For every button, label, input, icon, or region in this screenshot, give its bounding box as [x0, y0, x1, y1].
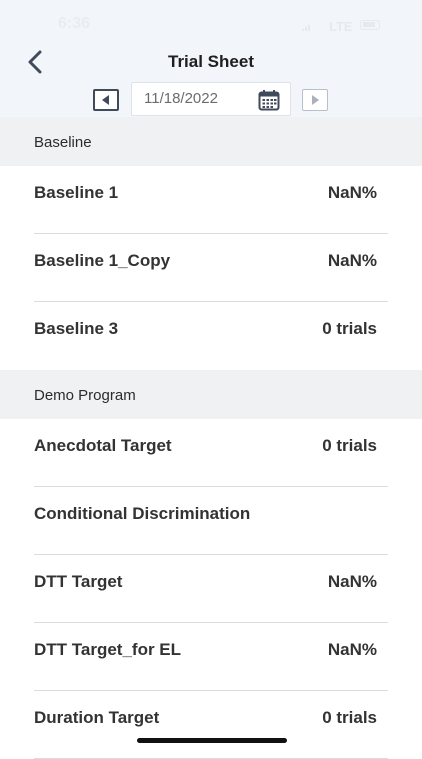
list-item[interactable]: Baseline 1 NaN%	[0, 166, 422, 234]
target-name: DTT Target_for EL	[34, 640, 182, 659]
target-value: NaN%	[327, 572, 377, 591]
target-value: NaN%	[327, 183, 377, 202]
status-bar: 6:36 LTE	[0, 0, 422, 44]
calendar-icon	[258, 90, 280, 111]
list-item[interactable]: Conditional Discrimination	[0, 487, 422, 555]
next-date-button[interactable]	[302, 89, 328, 111]
home-indicator	[137, 738, 287, 743]
target-name: Conditional Discrimination	[34, 504, 251, 523]
date-picker[interactable]	[131, 82, 291, 116]
list-item[interactable]: Baseline 1_Copy NaN%	[0, 234, 422, 302]
list-item[interactable]: DTT Target NaN%	[0, 555, 422, 623]
list-item[interactable]: DTT Target_for EL NaN%	[0, 623, 422, 691]
target-value: NaN%	[327, 251, 377, 270]
network-label: LTE	[329, 19, 353, 34]
target-name: DTT Target	[34, 572, 123, 591]
section-title: Baseline	[34, 134, 92, 151]
target-name: Baseline 3	[34, 319, 119, 338]
signal-icon	[302, 25, 312, 31]
target-value: 0 trials	[322, 708, 377, 727]
date-input[interactable]	[144, 90, 254, 107]
header-bar: 6:36 LTE Trial Sheet	[0, 0, 422, 117]
previous-date-button[interactable]	[93, 89, 119, 111]
target-name: Baseline 1_Copy	[34, 251, 171, 270]
target-name: Baseline 1	[34, 183, 119, 202]
list-item[interactable]: Baseline 3 0 trials	[0, 302, 422, 370]
target-value: 0 trials	[322, 436, 377, 455]
triangle-left-icon	[102, 95, 109, 105]
target-value: NaN%	[327, 640, 377, 659]
target-value: 0 trials	[322, 319, 377, 338]
section-header-demo-program: Demo Program	[0, 370, 422, 419]
section-title: Demo Program	[34, 387, 136, 404]
page-title: Trial Sheet	[168, 52, 254, 71]
triangle-right-icon	[312, 95, 319, 105]
trial-list: Baseline Baseline 1 NaN% Baseline 1_Copy…	[0, 117, 422, 759]
battery-icon	[360, 20, 380, 30]
target-name: Duration Target	[34, 708, 160, 727]
calendar-button[interactable]	[258, 89, 280, 111]
list-item[interactable]: Anecdotal Target 0 trials	[0, 419, 422, 487]
list-item[interactable]: Duration Target 0 trials	[0, 691, 422, 759]
target-name: Anecdotal Target	[34, 436, 172, 455]
status-time: 6:36	[58, 15, 91, 32]
section-header-baseline: Baseline	[0, 117, 422, 166]
